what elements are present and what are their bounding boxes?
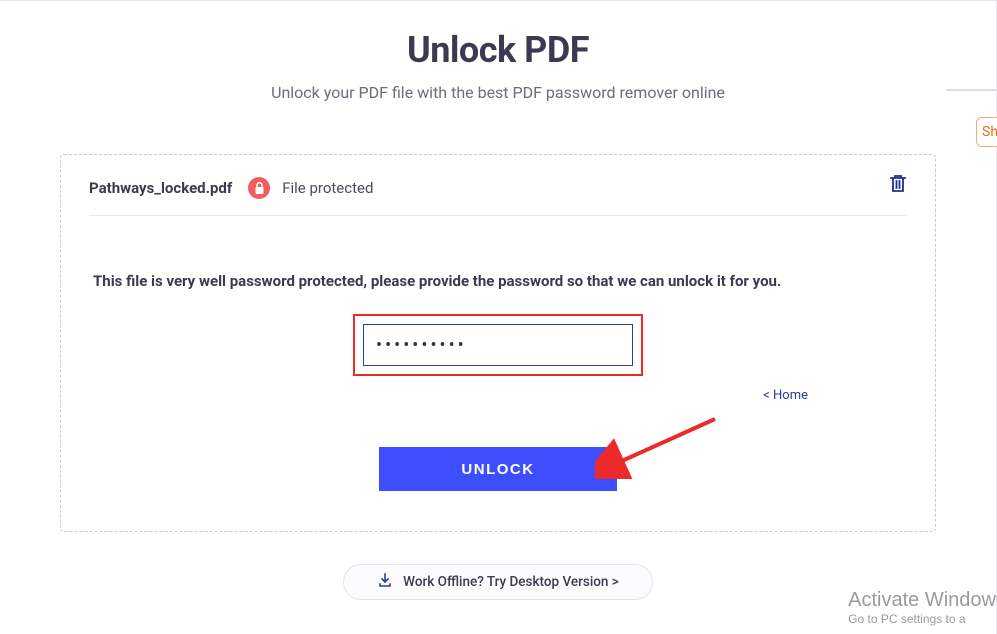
download-icon — [377, 572, 393, 592]
desktop-version-label: Work Offline? Try Desktop Version > — [403, 574, 619, 590]
side-fragment: Sh — [976, 117, 997, 147]
page-title: Unlock PDF — [0, 29, 996, 71]
lock-icon — [248, 177, 270, 199]
desktop-version-button[interactable]: Work Offline? Try Desktop Version > — [343, 564, 653, 600]
watermark-title: Activate Window — [848, 589, 996, 612]
unlock-button[interactable]: UNLOCK — [379, 447, 617, 491]
decorative-line — [946, 89, 996, 91]
content-area: This file is very well password protecte… — [61, 216, 935, 531]
file-status: File protected — [282, 179, 373, 197]
home-link[interactable]: < Home — [763, 388, 808, 403]
delete-button[interactable] — [889, 173, 907, 197]
file-row: Pathways_locked.pdf File protected — [61, 155, 935, 215]
file-card: Pathways_locked.pdf File protected This … — [60, 154, 936, 532]
file-name: Pathways_locked.pdf — [89, 179, 232, 197]
input-highlight-box — [353, 314, 643, 376]
page-header: Unlock PDF Unlock your PDF file with the… — [0, 1, 996, 102]
windows-watermark: Activate Window Go to PC settings to a — [848, 589, 996, 626]
instruction-text: This file is very well password protecte… — [93, 272, 907, 290]
page-subtitle: Unlock your PDF file with the best PDF p… — [0, 83, 996, 102]
watermark-subtitle: Go to PC settings to a — [848, 612, 996, 626]
password-input[interactable] — [363, 324, 633, 366]
